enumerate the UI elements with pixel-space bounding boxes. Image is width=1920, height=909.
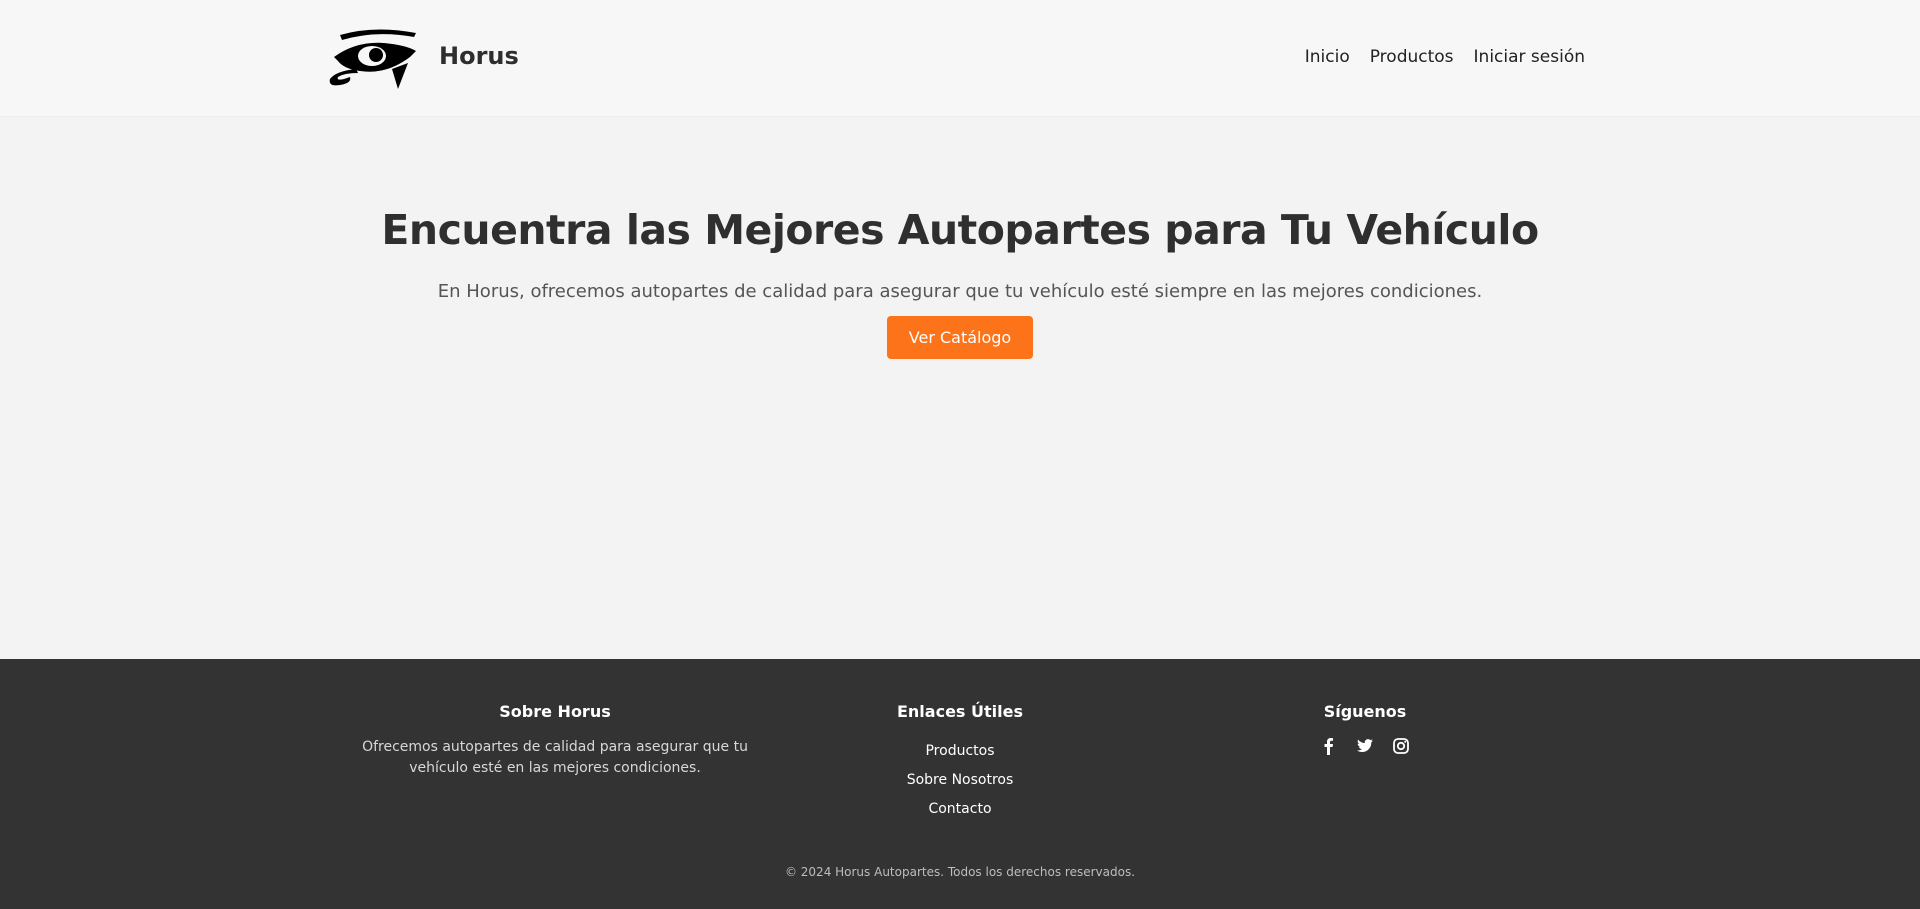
site-footer: Sobre Horus Ofrecemos autopartes de cali… xyxy=(0,659,1920,909)
footer-links-column: Enlaces Útiles Productos Sobre Nosotros … xyxy=(860,702,1060,824)
footer-link-contacto[interactable]: Contacto xyxy=(860,795,1060,824)
hero-title: Encuentra las Mejores Autopartes para Tu… xyxy=(381,206,1539,254)
eye-of-horus-logo-icon[interactable] xyxy=(326,27,422,89)
footer-social-title: Síguenos xyxy=(1323,702,1407,721)
footer-links-title: Enlaces Útiles xyxy=(896,702,1023,721)
nav-link-inicio[interactable]: Inicio xyxy=(1305,47,1350,67)
hero-section: Encuentra las Mejores Autopartes para Tu… xyxy=(0,118,1920,659)
ver-catalogo-button[interactable]: Ver Catálogo xyxy=(887,316,1033,359)
footer-about-title: Sobre Horus xyxy=(499,702,611,721)
footer-social-column: Síguenos xyxy=(1265,702,1465,755)
footer-link-productos[interactable]: Productos xyxy=(860,737,1060,766)
facebook-icon[interactable] xyxy=(1320,737,1338,755)
instagram-icon[interactable] xyxy=(1392,737,1410,755)
footer-copyright: © 2024 Horus Autopartes. Todos los derec… xyxy=(784,865,1136,879)
site-header: Horus Inicio Productos Iniciar sesión xyxy=(0,0,1920,117)
footer-about-text: Ofrecemos autopartes de calidad para ase… xyxy=(362,739,748,776)
footer-link-sobre-nosotros[interactable]: Sobre Nosotros xyxy=(860,766,1060,795)
main-nav: Inicio Productos Iniciar sesión xyxy=(1305,47,1585,67)
footer-about-column: Sobre Horus Ofrecemos autopartes de cali… xyxy=(355,702,755,779)
nav-link-productos[interactable]: Productos xyxy=(1370,47,1454,67)
brand-name: Horus xyxy=(439,42,519,70)
nav-link-iniciar-sesion[interactable]: Iniciar sesión xyxy=(1474,47,1585,67)
twitter-icon[interactable] xyxy=(1356,737,1374,755)
hero-subtitle: En Horus, ofrecemos autopartes de calida… xyxy=(437,281,1483,302)
